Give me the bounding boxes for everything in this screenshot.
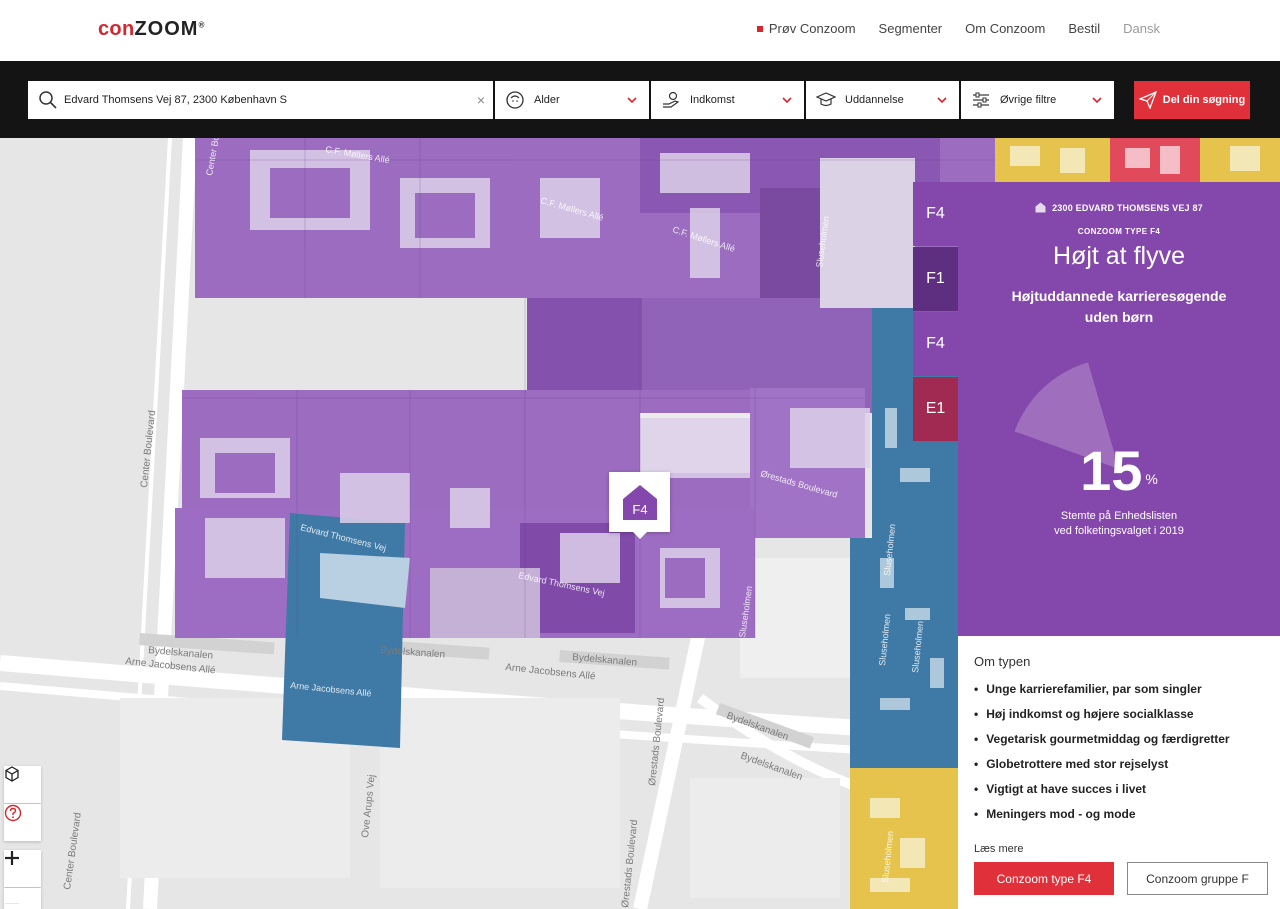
chevron-down-icon: [1092, 97, 1102, 104]
graduation-cap-icon: [816, 92, 836, 107]
chevron-down-icon: [937, 97, 947, 104]
street-label: Bydelskanalen: [572, 652, 638, 669]
nav-item-about[interactable]: Om Conzoom: [965, 21, 1045, 36]
list-item: Høj indkomst og højere socialklasse: [974, 707, 1230, 732]
age-head-icon: [506, 91, 524, 109]
conzoom-logo[interactable]: conZOOM®: [98, 18, 205, 41]
other-filters-dropdown[interactable]: Øvrige filtre: [961, 81, 1114, 119]
nav-item-language[interactable]: Dansk: [1123, 21, 1160, 36]
type-title: Højt at flyve: [1053, 242, 1185, 270]
house-icon: F4: [622, 485, 657, 520]
stat-value: 15%: [1080, 439, 1158, 502]
nav-links: Prøv Conzoom Segmenter Om Conzoom Bestil…: [756, 21, 1160, 36]
money-hand-icon: [663, 91, 680, 108]
nav-item-order[interactable]: Bestil: [1068, 21, 1100, 36]
segment-tab[interactable]: E1: [913, 377, 958, 441]
zoom-in-button[interactable]: [4, 850, 41, 887]
age-dropdown[interactable]: Alder: [495, 81, 649, 119]
3d-view-button[interactable]: [4, 766, 41, 803]
plus-icon: [5, 851, 19, 865]
address-search: ×: [28, 81, 493, 119]
chevron-down-icon: [627, 97, 637, 104]
list-item: Meningers mod - og mode: [974, 807, 1230, 832]
zoom-out-button[interactable]: [4, 888, 41, 909]
minus-icon: [5, 903, 19, 904]
top-navigation: conZOOM® Prøv Conzoom Segmenter Om Conzo…: [0, 0, 1280, 61]
list-item: Vigtigt at have succes i livet: [974, 782, 1230, 807]
street-label: Ove Arups Vej: [360, 774, 378, 838]
segment-tab[interactable]: F4: [913, 312, 958, 376]
income-dropdown[interactable]: Indkomst: [651, 81, 804, 119]
red-dot-icon: [756, 25, 763, 32]
clear-search-icon[interactable]: ×: [469, 92, 493, 108]
filter-bar: × Alder Indkomst Uddannelse Øvrige filtr…: [0, 61, 1280, 138]
street-label: Center Boulevard: [62, 812, 84, 891]
marker-label: F4: [632, 502, 647, 517]
chevron-down-icon: [782, 97, 792, 104]
share-search-button[interactable]: Del din søgning: [1134, 81, 1250, 119]
help-button[interactable]: [4, 804, 41, 841]
list-item: Unge karrierefamilier, par som singler: [974, 682, 1230, 707]
street-label: Arne Jacobsens Allé: [505, 662, 597, 682]
cube-icon: [5, 766, 19, 782]
sliders-icon: [973, 92, 989, 108]
type-label: CONZOOM TYPE F4: [1077, 227, 1161, 236]
about-title: Om typen: [974, 654, 1031, 669]
segment-tab[interactable]: F1: [913, 247, 958, 311]
location-marker[interactable]: F4: [609, 472, 670, 539]
nav-item-segments[interactable]: Segmenter: [879, 21, 943, 36]
address-line: 2300 EDVARD THOMSENS VEJ 87: [958, 202, 1280, 213]
segment-info-panel: 2300 EDVARD THOMSENS VEJ 87 CONZOOM TYPE…: [958, 182, 1280, 636]
education-dropdown[interactable]: Uddannelse: [806, 81, 959, 119]
type-f4-button[interactable]: Conzoom type F4: [974, 862, 1114, 895]
paper-plane-icon: [1138, 91, 1157, 109]
list-item: Vegetarisk gourmetmiddag og færdigretter: [974, 732, 1229, 757]
stat-caption: Stemte på Enhedslisten ved folketingsval…: [1054, 510, 1184, 537]
trait-list: Unge karrierefamilier, par som singler H…: [974, 682, 1230, 832]
type-details-panel: Om typen Unge karrierefamilier, par som …: [958, 636, 1280, 909]
read-more-label: Læs mere: [974, 843, 1024, 855]
search-icon: [39, 91, 57, 109]
type-subtitle: Højtuddannede karrieresøgende uden børn: [1011, 288, 1227, 325]
question-icon: [4, 804, 22, 822]
nav-item-try[interactable]: Prøv Conzoom: [756, 21, 856, 36]
group-f-button[interactable]: Conzoom gruppe F: [1127, 862, 1268, 895]
segment-tab[interactable]: F4: [913, 182, 958, 246]
house-icon: [1035, 202, 1046, 213]
list-item: Globetrottere med stor rejselyst: [974, 757, 1230, 782]
street-label: Center Boulevard: [139, 410, 158, 489]
address-search-input[interactable]: [64, 94, 469, 106]
